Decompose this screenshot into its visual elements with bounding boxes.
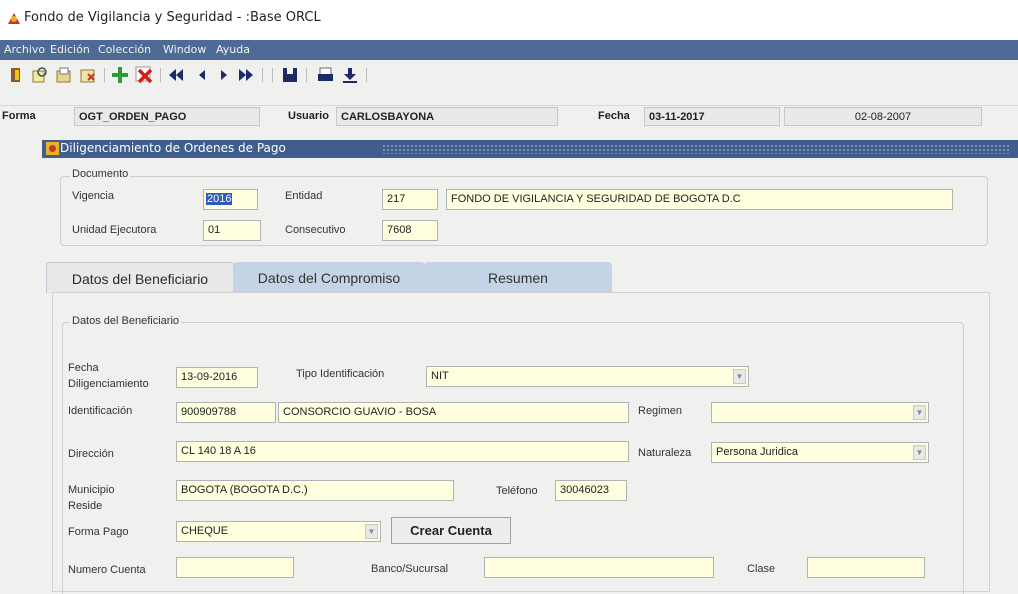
consecutivo-field[interactable]: 7608 bbox=[382, 220, 438, 241]
previous-record-icon[interactable] bbox=[192, 65, 212, 85]
fecha-label: Fecha bbox=[598, 110, 630, 122]
beneficiario-legend: Datos del Beneficiario bbox=[70, 315, 182, 327]
next-record-icon[interactable] bbox=[214, 65, 234, 85]
delete-record-icon[interactable] bbox=[134, 65, 154, 85]
chevron-down-icon[interactable]: ▼ bbox=[913, 405, 926, 420]
vigencia-field[interactable]: 2016 bbox=[203, 189, 258, 210]
menu-coleccion[interactable]: Colección bbox=[98, 43, 151, 56]
forma-value: OGT_ORDEN_PAGO bbox=[74, 107, 260, 126]
form-window-icon bbox=[46, 142, 59, 155]
form-window-titlebar: Diligenciamiento de Ordenes de Pago bbox=[42, 140, 1018, 158]
crear-cuenta-button[interactable]: Crear Cuenta bbox=[391, 517, 511, 544]
title-pattern bbox=[382, 144, 1010, 154]
entidad-label: Entidad bbox=[285, 190, 323, 202]
tab-label: Datos del Beneficiario bbox=[71, 271, 209, 287]
identificacion-field[interactable]: 900909788 bbox=[176, 402, 276, 423]
telefono-label: Teléfono bbox=[496, 485, 538, 497]
menu-ayuda[interactable]: Ayuda bbox=[216, 43, 250, 56]
version-date: 02-08-2007 bbox=[784, 107, 982, 126]
unidad-ejecutora-label: Unidad Ejecutora bbox=[72, 224, 157, 236]
beneficiario-name-field[interactable]: CONSORCIO GUAVIO - BOSA bbox=[278, 402, 629, 423]
tab-datos-beneficiario[interactable]: Datos del Beneficiario bbox=[46, 262, 234, 293]
toolbar-separator bbox=[306, 68, 307, 82]
naturaleza-value: Persona Juridica bbox=[716, 446, 798, 458]
toolbar-separator bbox=[262, 68, 263, 82]
municipio-label-1: Municipio bbox=[68, 484, 115, 496]
naturaleza-label: Naturaleza bbox=[638, 447, 692, 459]
form-window-title: Diligenciamiento de Ordenes de Pago bbox=[60, 141, 286, 155]
toolbar-separator bbox=[366, 68, 367, 82]
banco-sucursal-field[interactable] bbox=[484, 557, 714, 578]
clase-label: Clase bbox=[747, 563, 776, 575]
municipio-field[interactable]: BOGOTA (BOGOTA D.C.) bbox=[176, 480, 454, 501]
left-margin bbox=[0, 128, 40, 594]
save-icon[interactable] bbox=[280, 65, 300, 85]
toolbar-separator bbox=[160, 68, 161, 82]
telefono-field[interactable]: 30046023 bbox=[555, 480, 627, 501]
menu-bar: Archivo Edición Colección Window Ayuda bbox=[0, 40, 1018, 60]
entidad-name-field[interactable]: FONDO DE VIGILANCIA Y SEGURIDAD DE BOGOT… bbox=[446, 189, 953, 210]
documento-legend: Documento bbox=[70, 168, 131, 180]
regimen-select[interactable]: ▼ bbox=[711, 402, 929, 423]
exit-icon[interactable] bbox=[6, 65, 26, 85]
print-icon[interactable] bbox=[316, 65, 336, 85]
naturaleza-select[interactable]: Persona Juridica ▼ bbox=[711, 442, 929, 463]
download-icon[interactable] bbox=[340, 65, 360, 85]
forma-label: Forma bbox=[2, 110, 36, 122]
usuario-value: CARLOSBAYONA bbox=[336, 107, 558, 126]
clase-field[interactable] bbox=[807, 557, 925, 578]
direccion-label: Dirección bbox=[68, 448, 114, 460]
tipo-identificacion-value: NIT bbox=[431, 370, 449, 382]
unidad-ejecutora-field[interactable]: 01 bbox=[203, 220, 261, 241]
last-record-icon[interactable] bbox=[236, 65, 256, 85]
window-titlebar: Fondo de Vigilancia y Seguridad - :Base … bbox=[0, 0, 1018, 40]
chevron-down-icon[interactable]: ▼ bbox=[365, 524, 378, 539]
direccion-field[interactable]: CL 140 18 A 16 bbox=[176, 441, 629, 462]
tipo-identificacion-label: Tipo Identificación bbox=[296, 368, 385, 380]
fecha-value: 03-11-2017 bbox=[644, 107, 780, 126]
toolbar bbox=[0, 60, 1018, 106]
vigencia-value: 2016 bbox=[206, 193, 233, 205]
menu-edicion[interactable]: Edición bbox=[50, 43, 90, 56]
toolbar-separator bbox=[104, 68, 105, 82]
numero-cuenta-field[interactable] bbox=[176, 557, 294, 578]
consecutivo-label: Consecutivo bbox=[285, 224, 346, 236]
chevron-down-icon[interactable]: ▼ bbox=[913, 445, 926, 460]
window-title: Fondo de Vigilancia y Seguridad - :Base … bbox=[24, 10, 321, 25]
menu-window[interactable]: Window bbox=[163, 43, 206, 56]
tab-datos-compromiso[interactable]: Datos del Compromiso bbox=[233, 262, 425, 293]
open-icon[interactable] bbox=[54, 65, 74, 85]
banco-sucursal-label: Banco/Sucursal bbox=[371, 563, 449, 575]
clear-icon[interactable] bbox=[78, 65, 98, 85]
forma-pago-label: Forma Pago bbox=[68, 526, 129, 538]
municipio-label-2: Reside bbox=[68, 500, 103, 512]
tab-label: Resumen bbox=[488, 270, 548, 286]
chevron-down-icon[interactable]: ▼ bbox=[733, 369, 746, 384]
entidad-code-field[interactable]: 217 bbox=[382, 189, 438, 210]
tipo-identificacion-select[interactable]: NIT ▼ bbox=[426, 366, 749, 387]
usuario-label: Usuario bbox=[288, 110, 329, 122]
toolbar-separator bbox=[272, 68, 273, 82]
forma-pago-select[interactable]: CHEQUE ▼ bbox=[176, 521, 381, 542]
tab-resumen[interactable]: Resumen bbox=[424, 262, 612, 293]
app-logo-icon bbox=[8, 13, 20, 24]
forma-pago-value: CHEQUE bbox=[181, 525, 229, 537]
fecha-diligenciamiento-label-1: Fecha bbox=[68, 362, 99, 374]
vigencia-label: Vigencia bbox=[72, 190, 114, 202]
regimen-label: Regimen bbox=[638, 405, 683, 417]
form-info-bar: Forma OGT_ORDEN_PAGO Usuario CARLOSBAYON… bbox=[0, 106, 1018, 128]
documento-group bbox=[60, 176, 988, 246]
find-icon[interactable] bbox=[30, 65, 50, 85]
first-record-icon[interactable] bbox=[166, 65, 186, 85]
fecha-diligenciamiento-label-2: Diligenciamiento bbox=[68, 378, 149, 390]
insert-record-icon[interactable] bbox=[110, 65, 130, 85]
tab-label: Datos del Compromiso bbox=[257, 270, 401, 286]
fecha-diligenciamiento-field[interactable]: 13-09-2016 bbox=[176, 367, 258, 388]
identificacion-label: Identificación bbox=[68, 405, 133, 417]
menu-archivo[interactable]: Archivo bbox=[4, 43, 45, 56]
numero-cuenta-label: Numero Cuenta bbox=[68, 564, 146, 576]
